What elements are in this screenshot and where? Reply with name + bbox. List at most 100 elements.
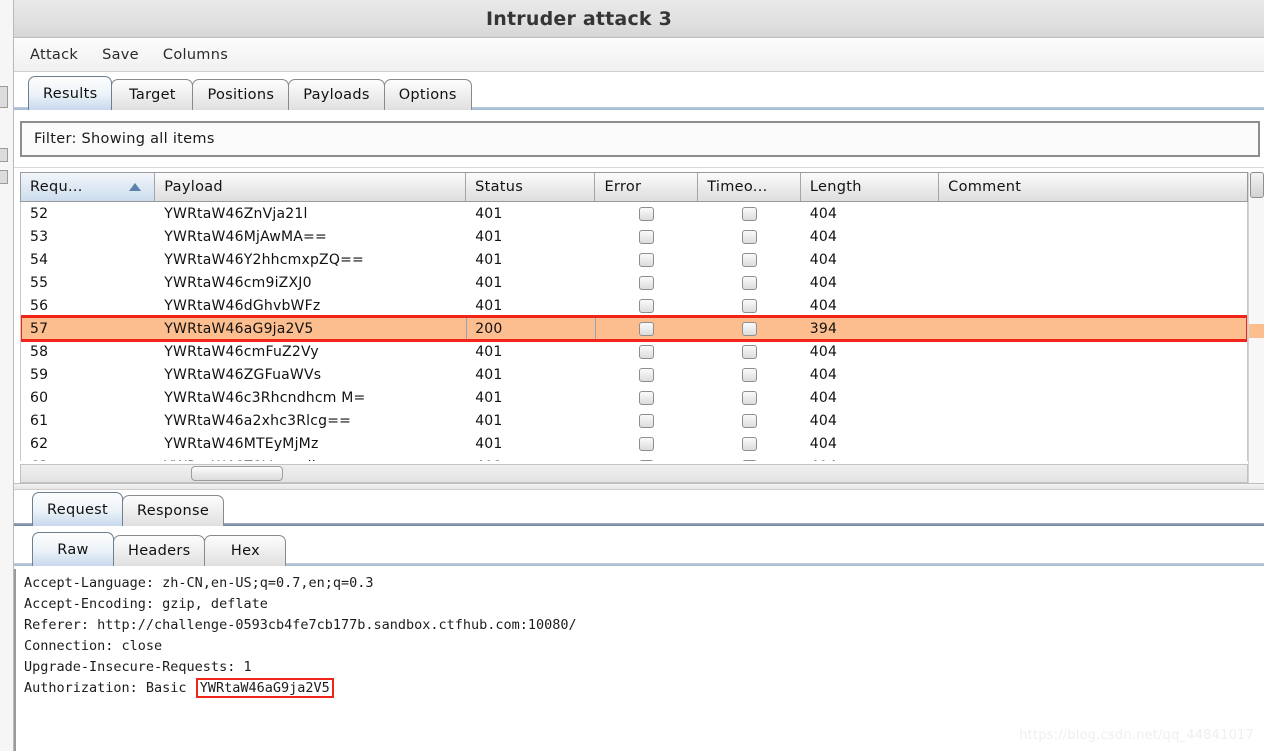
error-checkbox[interactable] bbox=[639, 321, 655, 336]
cell-request: 62 bbox=[30, 435, 49, 452]
column-header-length[interactable]: Length bbox=[800, 173, 940, 201]
error-checkbox[interactable] bbox=[639, 206, 655, 221]
column-header-comment[interactable]: Comment bbox=[939, 173, 1247, 201]
cell-timeout[interactable] bbox=[698, 432, 801, 455]
error-checkbox[interactable] bbox=[639, 344, 655, 359]
cell-error[interactable] bbox=[596, 340, 699, 363]
table-row[interactable]: 61 YWRtaW46a2xhc3Rlcg== 401 404 bbox=[21, 409, 1247, 432]
cell-error[interactable] bbox=[596, 432, 699, 455]
cell-error[interactable] bbox=[596, 455, 699, 461]
timeout-checkbox[interactable] bbox=[741, 436, 757, 451]
cell-timeout[interactable] bbox=[698, 202, 801, 225]
cell-error[interactable] bbox=[596, 294, 699, 317]
watermark: https://blog.csdn.net/qq_44841017 bbox=[1019, 728, 1254, 743]
table-horizontal-scrollbar[interactable] bbox=[20, 464, 1248, 483]
column-header-timeout[interactable]: Timeo... bbox=[698, 173, 801, 201]
tab-positions[interactable]: Positions bbox=[192, 79, 290, 110]
table-row[interactable]: 55 YWRtaW46cm9iZXJ0 401 404 bbox=[21, 271, 1247, 294]
timeout-checkbox[interactable] bbox=[741, 367, 757, 382]
table-row[interactable]: 58 YWRtaW46cmFuZ2Vy 401 404 bbox=[21, 340, 1247, 363]
timeout-checkbox[interactable] bbox=[741, 298, 757, 313]
table-row[interactable]: 56 YWRtaW46dGhvbWFz 401 404 bbox=[21, 294, 1247, 317]
cell-length: 404 bbox=[809, 389, 838, 406]
timeout-checkbox[interactable] bbox=[741, 321, 757, 336]
error-checkbox[interactable] bbox=[639, 275, 655, 290]
menu-item-columns[interactable]: Columns bbox=[159, 45, 232, 65]
table-row[interactable]: 59 YWRtaW46ZGFuaWVs 401 404 bbox=[21, 363, 1247, 386]
error-checkbox[interactable] bbox=[639, 413, 655, 428]
results-table-body: 52 YWRtaW46ZnVja21l 401 404 53 YWRtaW46MjAwMA… bbox=[20, 202, 1248, 461]
tab-headers[interactable]: Headers bbox=[113, 535, 206, 566]
tab-response[interactable]: Response bbox=[122, 495, 225, 526]
cell-error[interactable] bbox=[596, 271, 699, 294]
cell-timeout[interactable] bbox=[698, 271, 801, 294]
error-checkbox[interactable] bbox=[639, 252, 655, 267]
timeout-checkbox[interactable] bbox=[741, 344, 757, 359]
table-row[interactable]: 60 YWRtaW46c3Rhcndhcm M= 401 404 bbox=[21, 386, 1247, 409]
cell-request: 52 bbox=[30, 205, 49, 222]
cell-error[interactable] bbox=[596, 202, 699, 225]
tab-target[interactable]: Target bbox=[111, 79, 194, 110]
cell-error[interactable] bbox=[596, 317, 699, 340]
table-vertical-scroll-thumb[interactable] bbox=[1250, 172, 1264, 198]
timeout-checkbox[interactable] bbox=[741, 459, 757, 461]
cell-request: 57 bbox=[30, 320, 49, 337]
column-header-payload[interactable]: Payload bbox=[155, 173, 467, 201]
tab-options[interactable]: Options bbox=[383, 79, 472, 110]
cell-error[interactable] bbox=[596, 409, 699, 432]
error-checkbox[interactable] bbox=[639, 229, 655, 244]
timeout-checkbox[interactable] bbox=[741, 390, 757, 405]
error-checkbox[interactable] bbox=[639, 298, 655, 313]
tab-raw[interactable]: Raw bbox=[32, 532, 114, 566]
raw-request-viewer[interactable]: Accept-Language: zh-CN,en-US;q=0.7,en;q=… bbox=[14, 569, 1264, 751]
tab-hex-label: Hex bbox=[230, 543, 260, 559]
cell-timeout[interactable] bbox=[698, 248, 801, 271]
table-horizontal-scroll-thumb[interactable] bbox=[191, 466, 283, 481]
cell-length: 404 bbox=[809, 297, 838, 314]
error-checkbox[interactable] bbox=[639, 390, 655, 405]
cell-timeout[interactable] bbox=[698, 294, 801, 317]
column-header-request[interactable]: Requ... bbox=[21, 173, 156, 201]
cell-error[interactable] bbox=[596, 248, 699, 271]
menu-item-save[interactable]: Save bbox=[98, 45, 143, 65]
table-row[interactable]: 62 YWRtaW46MTEyMjMz 401 404 bbox=[21, 432, 1247, 455]
cell-timeout[interactable] bbox=[698, 409, 801, 432]
timeout-checkbox[interactable] bbox=[741, 229, 757, 244]
error-checkbox[interactable] bbox=[639, 459, 655, 461]
cell-timeout[interactable] bbox=[698, 455, 801, 461]
tab-payloads[interactable]: Payloads bbox=[288, 79, 385, 110]
cell-comment bbox=[939, 317, 1247, 340]
timeout-checkbox[interactable] bbox=[741, 252, 757, 267]
table-row[interactable]: 53 YWRtaW46MjAwMA== 401 404 bbox=[21, 225, 1247, 248]
cell-timeout[interactable] bbox=[698, 363, 801, 386]
cell-payload: YWRtaW46dGhvbWFz bbox=[164, 297, 321, 314]
cell-timeout[interactable] bbox=[698, 386, 801, 409]
error-checkbox[interactable] bbox=[639, 436, 655, 451]
tab-results[interactable]: Results bbox=[28, 76, 113, 110]
column-header-error[interactable]: Error bbox=[595, 173, 699, 201]
tab-hex[interactable]: Hex bbox=[204, 535, 287, 566]
cell-error[interactable] bbox=[596, 386, 699, 409]
table-row[interactable]: 52 YWRtaW46ZnVja21l 401 404 bbox=[21, 202, 1247, 225]
table-row[interactable]: 54 YWRtaW46Y2hhcmxpZQ== 401 404 bbox=[21, 248, 1247, 271]
cell-timeout[interactable] bbox=[698, 225, 801, 248]
main-tab-strip: Results Target Positions Payloads Option… bbox=[14, 72, 1264, 110]
column-header-status[interactable]: Status bbox=[466, 173, 596, 201]
cell-error[interactable] bbox=[596, 225, 699, 248]
menu-item-attack[interactable]: Attack bbox=[26, 45, 82, 65]
cell-timeout[interactable] bbox=[698, 317, 801, 340]
cell-timeout[interactable] bbox=[698, 340, 801, 363]
cell-error[interactable] bbox=[596, 363, 699, 386]
panel-splitter[interactable] bbox=[14, 483, 1264, 490]
cell-length: 404 bbox=[809, 366, 838, 383]
filter-bar[interactable]: Filter: Showing all items bbox=[20, 121, 1260, 157]
table-row-selected[interactable]: 57 YWRtaW46aG9ja2V5 200 394 bbox=[21, 315, 1247, 342]
error-checkbox[interactable] bbox=[639, 367, 655, 382]
tab-request[interactable]: Request bbox=[32, 492, 123, 526]
timeout-checkbox[interactable] bbox=[741, 275, 757, 290]
timeout-checkbox[interactable] bbox=[741, 413, 757, 428]
table-vertical-scrollbar[interactable] bbox=[1248, 172, 1264, 483]
cell-length: 404 bbox=[809, 205, 838, 222]
table-row[interactable]: 63YWRtaW46Z2Vvcmdl401 404 bbox=[21, 455, 1247, 461]
timeout-checkbox[interactable] bbox=[741, 206, 757, 221]
